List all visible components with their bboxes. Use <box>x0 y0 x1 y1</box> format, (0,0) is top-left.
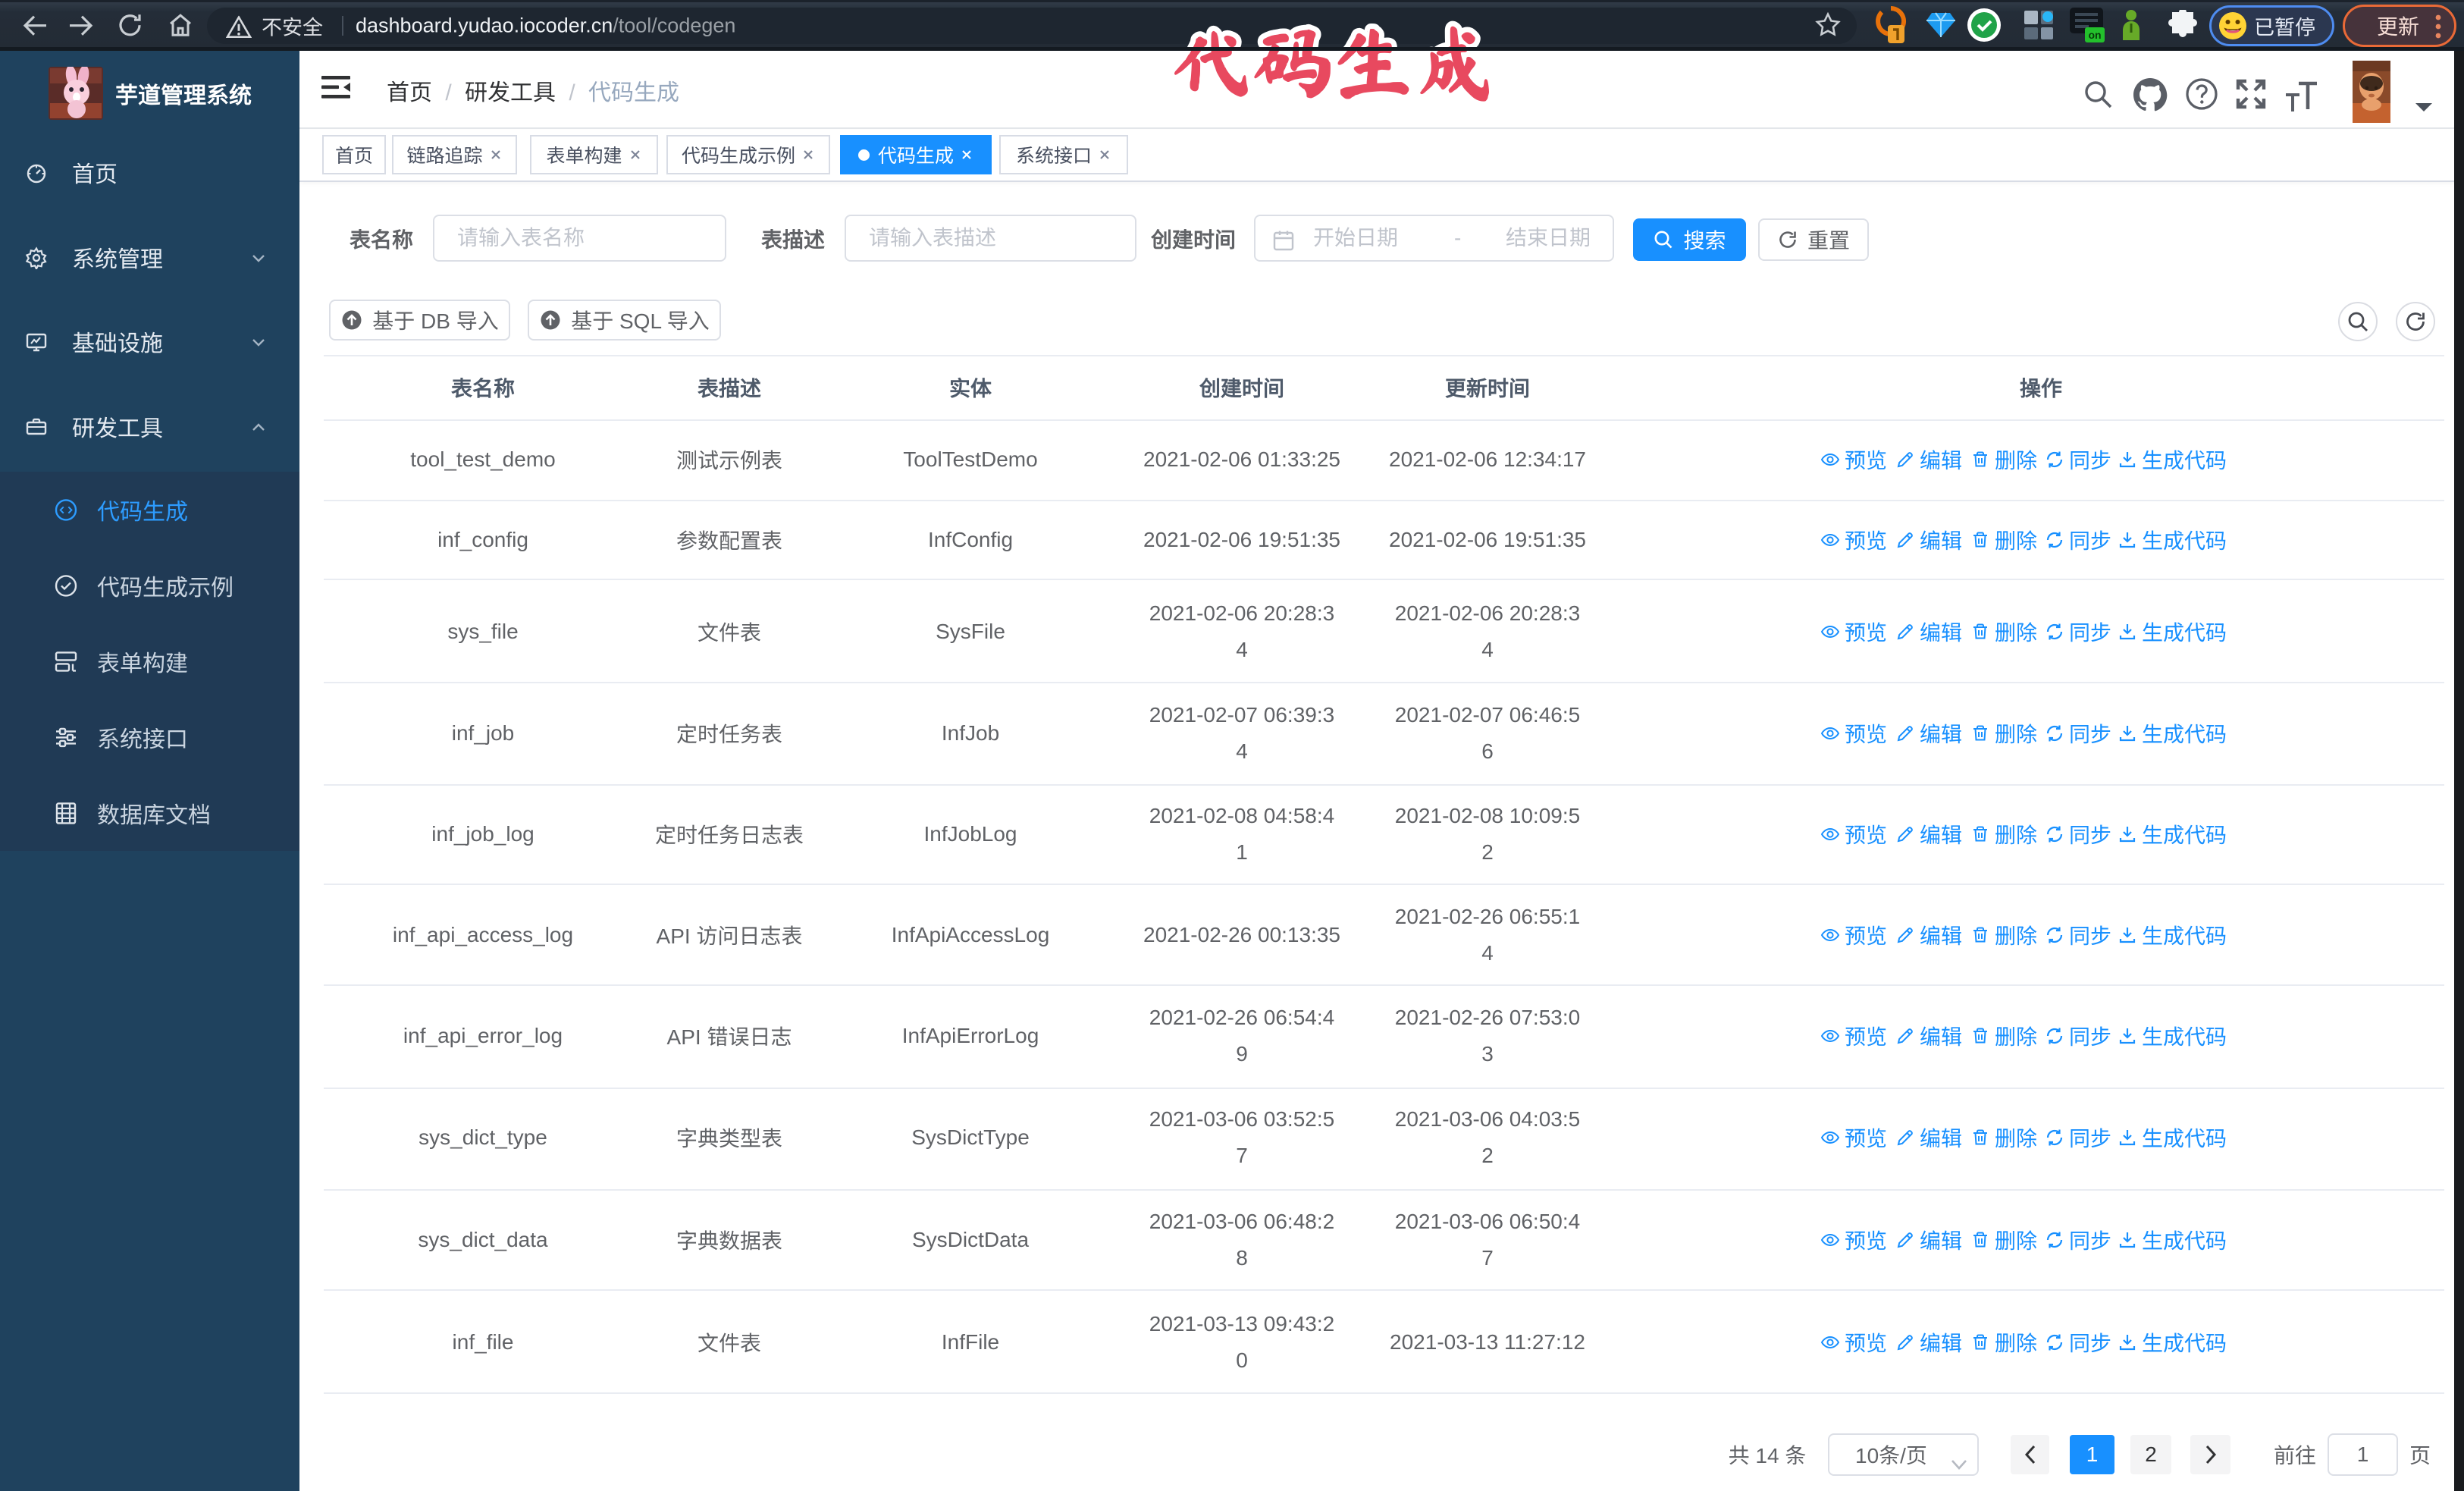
svg-text:代码生成: 代码生成 <box>1171 21 1495 102</box>
svg-text:on: on <box>2088 29 2101 41</box>
